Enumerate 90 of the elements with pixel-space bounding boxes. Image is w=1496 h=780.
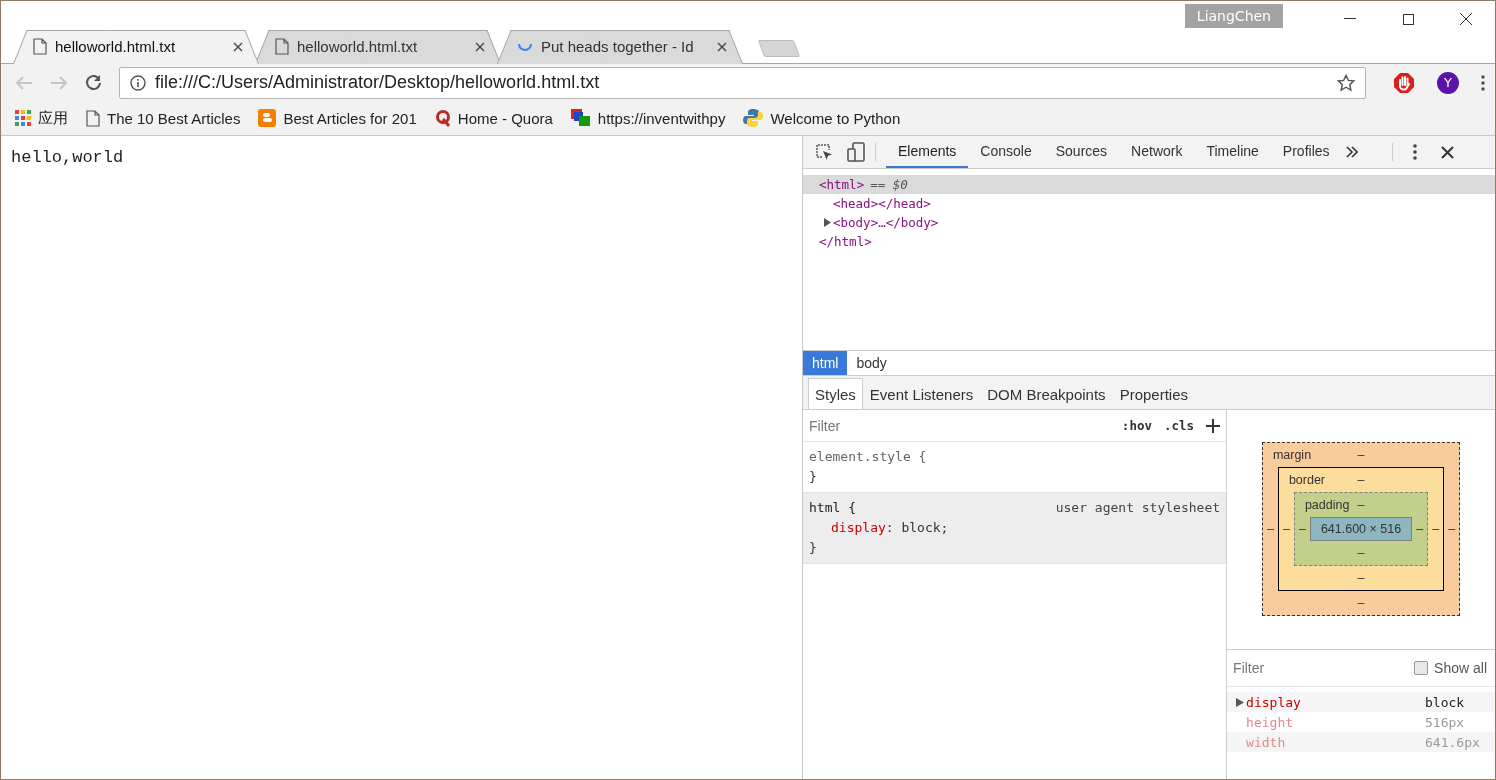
url-text: file:///C:/Users/Administrator/Desktop/helloworld.html.txt [155, 72, 601, 93]
rule-source[interactable]: user agent stylesheet [1055, 498, 1221, 518]
bookmark-item[interactable]: Welcome to Python [743, 108, 901, 128]
box-label: border [1287, 473, 1327, 487]
bookmark-item[interactable]: The 10 Best Articles [86, 109, 241, 127]
info-icon[interactable] [130, 74, 146, 91]
box-value: – [1281, 521, 1291, 538]
box-value: – [1415, 521, 1425, 538]
minimize-icon[interactable] [1344, 18, 1356, 20]
star-icon[interactable] [1337, 73, 1355, 92]
css-declaration: display: block; [830, 519, 950, 537]
maximize-icon[interactable] [1402, 13, 1414, 25]
add-icon[interactable] [1206, 418, 1221, 433]
devtools-tab[interactable]: Console [968, 136, 1044, 168]
tab-close-icon[interactable] [475, 41, 485, 52]
breadcrumb[interactable]: body [847, 351, 896, 375]
breadcrumb[interactable]: html [803, 351, 848, 375]
css-brace: } [809, 539, 817, 557]
dom-tag: </html> [819, 234, 872, 249]
content-size: 641.600 × 516 [1309, 517, 1413, 541]
q-logo-icon [434, 109, 451, 127]
sidebar-tab[interactable]: Event Listeners [862, 378, 981, 409]
dom-node[interactable]: <html> == $0 [803, 175, 1495, 194]
css-brace: } [809, 468, 817, 486]
sidebar-tab[interactable]: Properties [1112, 378, 1195, 409]
snake-logo-icon [743, 108, 764, 128]
tab-title: helloworld.html.txt [55, 38, 177, 55]
apps-grid-icon[interactable] [15, 110, 31, 126]
page-icon [275, 38, 289, 55]
collapsed-arrow-icon[interactable] [822, 218, 832, 227]
box-value: – [1447, 521, 1457, 538]
box-value: – [1431, 521, 1441, 538]
page-icon [86, 109, 100, 127]
class-toggle[interactable]: .cls [1163, 418, 1195, 433]
css-selector: html { [809, 499, 856, 517]
dom-tag: <body>…</body> [833, 215, 939, 230]
box-value: – [1357, 448, 1365, 462]
reload-icon[interactable] [85, 74, 102, 91]
tab-title: helloworld.html.txt [297, 38, 419, 55]
close-icon[interactable] [1440, 145, 1454, 159]
box-label: padding [1303, 498, 1351, 512]
address-bar[interactable]: file:///C:/Users/Administrator/Desktop/helloworld.html.txt [119, 66, 1366, 99]
box-value: – [1357, 498, 1365, 512]
blog-logo-icon [258, 109, 277, 127]
sidebar-tab[interactable]: Styles [808, 378, 863, 409]
dom-node[interactable]: <body>…</body> [803, 213, 1495, 232]
node-reference: == $0 [870, 177, 908, 192]
bookmark-item[interactable]: 应用 [15, 108, 68, 128]
devtools-tab[interactable]: Timeline [1194, 136, 1271, 168]
inspect-icon[interactable] [815, 143, 833, 161]
bookmark-item[interactable]: Home - Quora [434, 109, 553, 127]
devtools-tab[interactable]: Elements [886, 136, 969, 168]
menu-icon[interactable] [1412, 144, 1417, 160]
page-text: hello,world [11, 148, 124, 167]
box-value: – [1357, 473, 1365, 487]
hover-toggle[interactable]: :hov [1121, 418, 1152, 433]
spinner-icon [517, 41, 533, 52]
checkbox[interactable] [1414, 661, 1429, 675]
devtools-tab[interactable]: Profiles [1270, 136, 1342, 168]
dom-tag: <html> [819, 177, 865, 192]
box-value: – [1265, 521, 1275, 538]
box-value: – [1357, 596, 1365, 610]
filter-field[interactable]: Filter [1233, 660, 1415, 676]
device-icon[interactable] [847, 142, 865, 162]
menu-icon[interactable] [1481, 74, 1485, 91]
computed-property[interactable]: display block [1227, 692, 1495, 712]
box-label: margin [1271, 448, 1313, 462]
dom-tag: <head></head> [833, 196, 931, 211]
css-selector: element.style { [809, 448, 927, 466]
dom-node[interactable]: <head></head> [803, 194, 1495, 213]
checkbox-label[interactable]: Show all [1434, 660, 1487, 676]
squares-icon [570, 109, 591, 127]
hand-stop-icon[interactable] [1393, 71, 1415, 94]
box-value: – [1297, 521, 1307, 538]
bookmark-item[interactable]: Best Articles for 201 [258, 109, 417, 127]
filter-field[interactable]: Filter [809, 417, 1110, 434]
close-icon[interactable] [1460, 13, 1472, 25]
tab-close-icon[interactable] [233, 41, 243, 52]
avatar-button[interactable]: Y [1437, 71, 1459, 94]
page-icon [33, 38, 47, 55]
sidebar-tab[interactable]: DOM Breakpoints [980, 378, 1113, 409]
devtools-tab[interactable]: Network [1119, 136, 1195, 168]
bookmark-item[interactable]: https://inventwithpy [570, 109, 726, 127]
box-value: – [1357, 571, 1365, 585]
more-tabs-icon[interactable] [1345, 146, 1358, 158]
box-value: – [1357, 546, 1365, 560]
devtools-tab[interactable]: Sources [1043, 136, 1120, 168]
tab-title: Put heads together - Id [541, 38, 695, 55]
tab-close-icon[interactable] [717, 41, 727, 52]
expand-arrow-icon[interactable] [1235, 697, 1244, 707]
